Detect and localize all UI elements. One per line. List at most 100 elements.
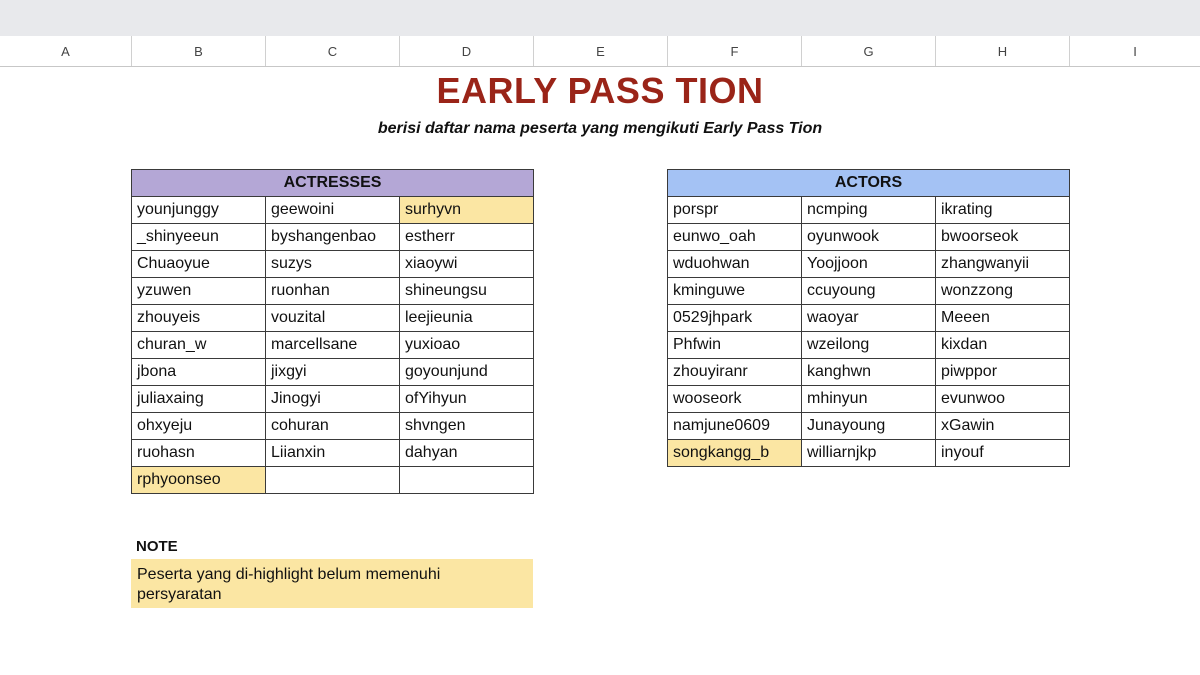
actor-cell[interactable]: wooseork — [667, 385, 802, 413]
actress-row: ruohasn Liianxin dahyan — [131, 439, 535, 467]
actress-cell[interactable]: jixgyi — [265, 358, 400, 386]
actress-row: _shinyeeun byshangenbao estherr — [131, 223, 535, 251]
sheet-title: EARLY PASS TION — [436, 70, 764, 111]
column-header-f[interactable]: F — [668, 36, 802, 66]
actor-cell[interactable]: songkangg_b — [667, 439, 802, 467]
actress-cell[interactable]: dahyan — [398, 439, 535, 467]
actress-cell[interactable]: estherr — [398, 223, 535, 251]
actor-cell[interactable]: waoyar — [801, 304, 936, 332]
actor-cell[interactable]: eunwo_oah — [667, 223, 802, 251]
actress-cell[interactable]: cohuran — [265, 412, 400, 440]
actor-row: songkangg_b williarnjkp inyouf — [667, 439, 1071, 467]
actress-cell[interactable]: geewoini — [265, 196, 400, 224]
actress-cell[interactable]: xiaoywi — [398, 250, 535, 278]
actor-cell[interactable]: wonzzong — [934, 277, 1071, 305]
column-header-c[interactable]: C — [266, 36, 400, 66]
actress-cell[interactable] — [398, 466, 535, 494]
actor-cell[interactable]: Phfwin — [667, 331, 802, 359]
actress-cell[interactable] — [265, 466, 400, 494]
actress-cell[interactable]: ofYihyun — [398, 385, 535, 413]
actor-cell[interactable]: kixdan — [934, 331, 1071, 359]
actor-row: namjune0609 Junayoung xGawin — [667, 412, 1071, 440]
actor-cell[interactable]: kminguwe — [667, 277, 802, 305]
actor-cell[interactable]: porspr — [667, 196, 802, 224]
actor-row: porspr ncmping ikrating — [667, 196, 1071, 224]
actress-cell[interactable]: churan_w — [131, 331, 266, 359]
actor-cell[interactable]: ncmping — [801, 196, 936, 224]
column-header-i[interactable]: I — [1070, 36, 1200, 66]
actor-cell[interactable]: bwoorseok — [934, 223, 1071, 251]
actress-cell[interactable]: shvngen — [398, 412, 535, 440]
actress-cell[interactable]: Chuaoyue — [131, 250, 266, 278]
actress-cell[interactable]: zhouyeis — [131, 304, 266, 332]
column-header-e[interactable]: E — [534, 36, 668, 66]
actor-cell[interactable]: piwppor — [934, 358, 1071, 386]
actor-cell[interactable]: kanghwn — [801, 358, 936, 386]
actress-cell[interactable]: leejieunia — [398, 304, 535, 332]
actress-row: ohxyeju cohuran shvngen — [131, 412, 535, 440]
column-header-h[interactable]: H — [936, 36, 1070, 66]
actresses-table: ACTRESSES younjunggy geewoini surhyvn _shin… — [130, 169, 535, 494]
actress-cell[interactable]: ruonhan — [265, 277, 400, 305]
actor-row: 0529jhpark waoyar Meeen — [667, 304, 1071, 332]
actor-cell[interactable]: wduohwan — [667, 250, 802, 278]
actress-cell[interactable]: goyounjund — [398, 358, 535, 386]
actor-row: eunwo_oah oyunwook bwoorseok — [667, 223, 1071, 251]
actor-row: zhouyiranr kanghwn piwppor — [667, 358, 1071, 386]
actress-row: zhouyeis vouzital leejieunia — [131, 304, 535, 332]
actor-cell[interactable]: Meeen — [934, 304, 1071, 332]
actor-cell[interactable]: oyunwook — [801, 223, 936, 251]
actress-cell[interactable]: yzuwen — [131, 277, 266, 305]
actress-cell[interactable]: yuxioao — [398, 331, 535, 359]
actress-row: Chuaoyue suzys xiaoywi — [131, 250, 535, 278]
actress-cell[interactable]: younjunggy — [131, 196, 266, 224]
actors-table: ACTORS porspr ncmping ikrating eunwo_oah oyu… — [666, 169, 1071, 467]
actor-cell[interactable]: mhinyun — [801, 385, 936, 413]
actor-cell[interactable]: namjune0609 — [667, 412, 802, 440]
actress-cell[interactable]: _shinyeeun — [131, 223, 266, 251]
actor-cell[interactable]: Yoojjoon — [801, 250, 936, 278]
actor-cell[interactable]: zhangwanyii — [934, 250, 1071, 278]
actor-cell[interactable]: inyouf — [934, 439, 1071, 467]
actor-cell[interactable]: 0529jhpark — [667, 304, 802, 332]
column-header-a[interactable]: A — [0, 36, 132, 66]
actress-cell[interactable]: byshangenbao — [265, 223, 400, 251]
actress-cell[interactable]: ruohasn — [131, 439, 266, 467]
note-label: NOTE — [136, 538, 178, 555]
actor-row: kminguwe ccuyoung wonzzong — [667, 277, 1071, 305]
actress-cell[interactable]: juliaxaing — [131, 385, 266, 413]
column-header-d[interactable]: D — [400, 36, 534, 66]
actor-cell[interactable]: evunwoo — [934, 385, 1071, 413]
actor-row: wduohwan Yoojjoon zhangwanyii — [667, 250, 1071, 278]
actress-row: yzuwen ruonhan shineungsu — [131, 277, 535, 305]
actress-cell[interactable]: suzys — [265, 250, 400, 278]
actress-row: churan_w marcellsane yuxioao — [131, 331, 535, 359]
actor-cell[interactable]: xGawin — [934, 412, 1071, 440]
sheet-subtitle: berisi daftar nama peserta yang mengikut… — [377, 120, 823, 137]
column-header-g[interactable]: G — [802, 36, 936, 66]
actor-cell[interactable]: williarnjkp — [801, 439, 936, 467]
actor-cell[interactable]: Junayoung — [801, 412, 936, 440]
actress-cell[interactable]: marcellsane — [265, 331, 400, 359]
actress-cell[interactable]: shineungsu — [398, 277, 535, 305]
actor-cell[interactable]: wzeilong — [801, 331, 936, 359]
actress-cell[interactable]: jbona — [131, 358, 266, 386]
note-text[interactable]: Peserta yang di-highlight belum memenuhi… — [131, 559, 533, 608]
column-header-row: A B C D E F G H I — [0, 36, 1200, 67]
actress-cell[interactable]: ohxyeju — [131, 412, 266, 440]
actress-cell[interactable]: rphyoonseo — [131, 466, 266, 494]
actress-cell[interactable]: surhyvn — [398, 196, 535, 224]
actress-cell[interactable]: vouzital — [265, 304, 400, 332]
actress-row: rphyoonseo — [131, 466, 535, 494]
actor-cell[interactable]: zhouyiranr — [667, 358, 802, 386]
actor-cell[interactable]: ikrating — [934, 196, 1071, 224]
actor-row: wooseork mhinyun evunwoo — [667, 385, 1071, 413]
actors-header[interactable]: ACTORS — [666, 169, 1071, 197]
toolbar-area — [0, 0, 1200, 36]
actor-cell[interactable]: ccuyoung — [801, 277, 936, 305]
actress-cell[interactable]: Jinogyi — [265, 385, 400, 413]
column-header-b[interactable]: B — [132, 36, 266, 66]
actress-cell[interactable]: Liianxin — [265, 439, 400, 467]
actresses-header[interactable]: ACTRESSES — [130, 169, 535, 197]
actress-row: younjunggy geewoini surhyvn — [131, 196, 535, 224]
